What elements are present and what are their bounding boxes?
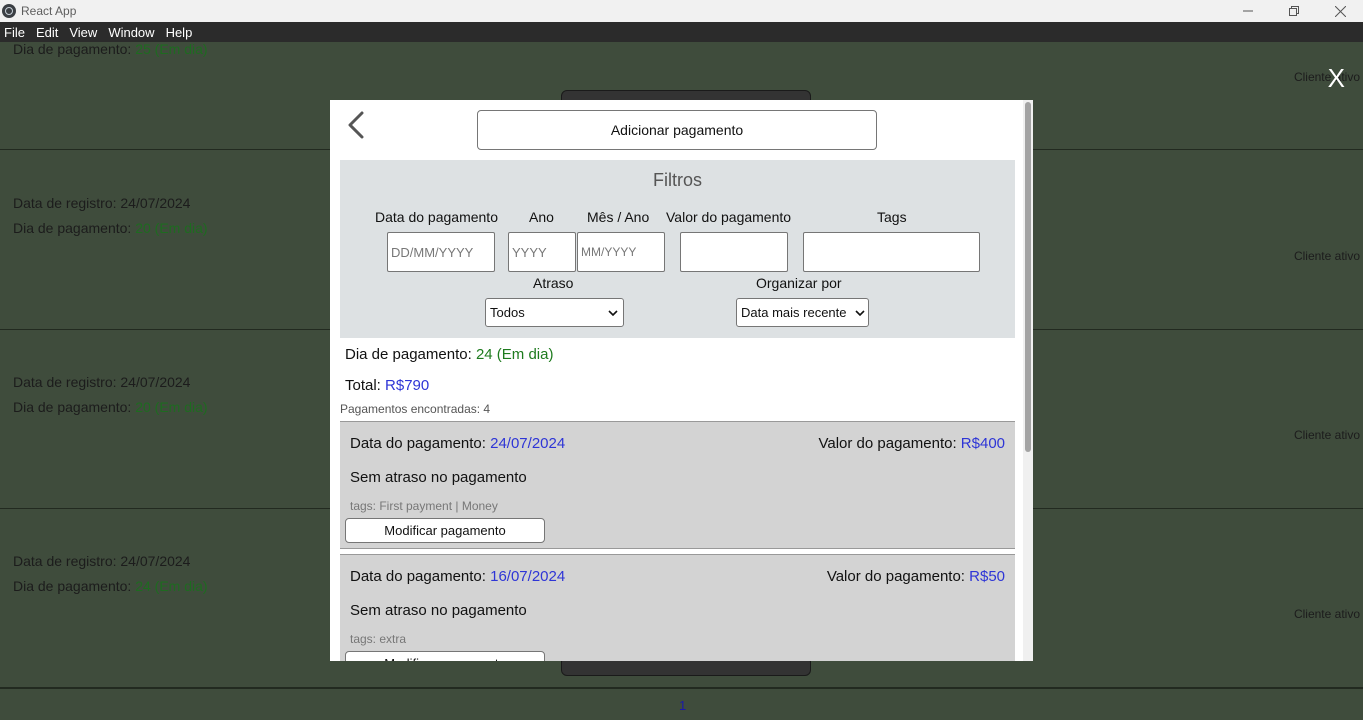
app-logo-icon	[2, 4, 16, 18]
summary-total-label: Total:	[345, 377, 381, 394]
registration-label: Data de registro:	[13, 195, 117, 211]
payment-day-label: Dia de pagamento:	[13, 42, 132, 57]
registration-label: Data de registro:	[13, 553, 117, 569]
payment-card: Data do pagamento: 24/07/2024 Valor do p…	[340, 421, 1015, 549]
payment-day-line: Dia de pagamento: 20 (Em dia)	[13, 220, 208, 236]
payment-day-value: 25 (Em dia)	[135, 42, 208, 57]
payment-date-value: 24/07/2024	[490, 435, 566, 452]
window-controls	[1225, 0, 1363, 22]
chevron-down-icon	[608, 309, 618, 316]
payment-day-label: Dia de pagamento:	[13, 578, 132, 594]
summary-total: Total: R$790	[345, 377, 429, 394]
payment-value-amount: R$400	[960, 435, 1005, 452]
summary-total-value: R$790	[385, 377, 430, 394]
payment-value-amount: R$50	[969, 568, 1005, 585]
payment-date-input[interactable]: DD/MM/YYYY	[387, 232, 495, 272]
payment-day-label: Dia de pagamento:	[13, 399, 132, 415]
sort-select[interactable]: Data mais recente	[736, 298, 869, 327]
payment-value: Valor do pagamento: R$400	[818, 435, 1005, 452]
pagination: 1	[0, 688, 1363, 720]
menu-bar: File Edit View Window Help	[0, 22, 1363, 42]
client-status: Cliente ativo	[1293, 607, 1360, 621]
payment-day-line: Dia de pagamento: 25 (Em dia)	[13, 42, 208, 57]
tags-label: Tags	[877, 209, 907, 225]
menu-edit[interactable]: Edit	[36, 25, 58, 40]
registration-value: 24/07/2024	[120, 553, 191, 569]
minimize-button[interactable]	[1225, 0, 1271, 22]
scrollbar-thumb[interactable]	[1025, 102, 1031, 452]
delay-select-value: Todos	[490, 305, 525, 320]
payment-day-line: Dia de pagamento: 24 (Em dia)	[13, 578, 208, 594]
menu-help[interactable]: Help	[166, 25, 193, 40]
registration-label: Data de registro:	[13, 374, 117, 390]
delay-select[interactable]: Todos	[485, 298, 624, 327]
close-modal-button[interactable]: X	[1328, 63, 1345, 94]
payment-value-label: Valor do pagamento:	[826, 568, 965, 585]
year-input[interactable]: YYYY	[508, 232, 576, 272]
filters-panel: Filtros Data do pagamento Ano Mês / Ano …	[340, 160, 1015, 338]
value-input[interactable]	[680, 232, 788, 272]
sort-label: Organizar por	[756, 275, 842, 291]
payment-date: Data do pagamento: 24/07/2024	[350, 435, 565, 452]
payment-day-value: 24 (Em dia)	[135, 578, 208, 594]
payment-delay-status: Sem atraso no pagamento	[350, 602, 527, 619]
payment-date-label: Data do pagamento:	[350, 435, 486, 452]
window-title: React App	[21, 4, 77, 18]
back-button[interactable]	[344, 109, 368, 141]
payment-date-value: 16/07/2024	[490, 568, 566, 585]
registration-line: Data de registro: 24/07/2024	[13, 195, 190, 211]
page-number-link[interactable]: 1	[679, 698, 686, 713]
close-window-button[interactable]	[1317, 0, 1363, 22]
close-icon	[1334, 5, 1346, 17]
restore-button[interactable]	[1271, 0, 1317, 22]
chevron-left-icon	[348, 111, 364, 139]
payment-value: Valor do pagamento: R$50	[827, 568, 1005, 585]
registration-value: 24/07/2024	[120, 195, 191, 211]
payment-day-line: Dia de pagamento: 20 (Em dia)	[13, 399, 208, 415]
modify-payment-button[interactable]: Modificar pagamento	[345, 518, 545, 543]
modify-payment-button[interactable]: Modificar pagamento	[345, 651, 545, 661]
payment-card: Data do pagamento: 16/07/2024 Valor do p…	[340, 554, 1015, 661]
registration-line: Data de registro: 24/07/2024	[13, 374, 190, 390]
menu-window[interactable]: Window	[108, 25, 154, 40]
client-status: Cliente ativo	[1293, 249, 1360, 263]
year-label: Ano	[529, 209, 554, 225]
payment-tags: tags: extra	[350, 632, 407, 646]
menu-view[interactable]: View	[69, 25, 97, 40]
payment-date-label: Data do pagamento:	[350, 568, 486, 585]
registration-value: 24/07/2024	[120, 374, 191, 390]
delay-label: Atraso	[533, 275, 574, 291]
summary-payment-day-value: 24 (Em dia)	[475, 346, 554, 363]
payment-date-label: Data do pagamento	[375, 209, 498, 225]
minimize-icon	[1243, 10, 1253, 12]
registration-line: Data de registro: 24/07/2024	[13, 553, 190, 569]
payment-date: Data do pagamento: 16/07/2024	[350, 568, 565, 585]
payment-day-label: Dia de pagamento:	[13, 220, 132, 236]
window-titlebar: React App	[0, 0, 1363, 22]
payment-day-value: 20 (Em dia)	[135, 220, 208, 236]
payments-modal: Adicionar pagamento Filtros Data do paga…	[330, 100, 1033, 661]
client-status: Cliente ativo	[1293, 428, 1360, 442]
modal-scrollbar[interactable]	[1023, 100, 1033, 661]
menu-file[interactable]: File	[4, 25, 25, 40]
tags-input[interactable]	[803, 232, 980, 272]
add-payment-button[interactable]: Adicionar pagamento	[477, 110, 877, 150]
found-count: Pagamentos encontradas: 4	[340, 402, 491, 416]
payment-tags: tags: First payment | Money	[350, 499, 498, 513]
month-year-input[interactable]: MM/YYYY	[577, 232, 665, 272]
summary-payment-day: Dia de pagamento: 24 (Em dia)	[345, 346, 553, 363]
value-label: Valor do pagamento	[666, 209, 792, 225]
sort-select-value: Data mais recente	[741, 305, 847, 320]
summary-payment-day-label: Dia de pagamento:	[345, 346, 472, 363]
month-year-label: Mês / Ano	[587, 209, 650, 225]
payment-day-value: 20 (Em dia)	[135, 399, 208, 415]
filters-title: Filtros	[653, 170, 702, 190]
chevron-down-icon	[855, 309, 865, 316]
payment-delay-status: Sem atraso no pagamento	[350, 469, 527, 486]
restore-icon	[1289, 6, 1299, 16]
payment-value-label: Valor do pagamento:	[818, 435, 957, 452]
